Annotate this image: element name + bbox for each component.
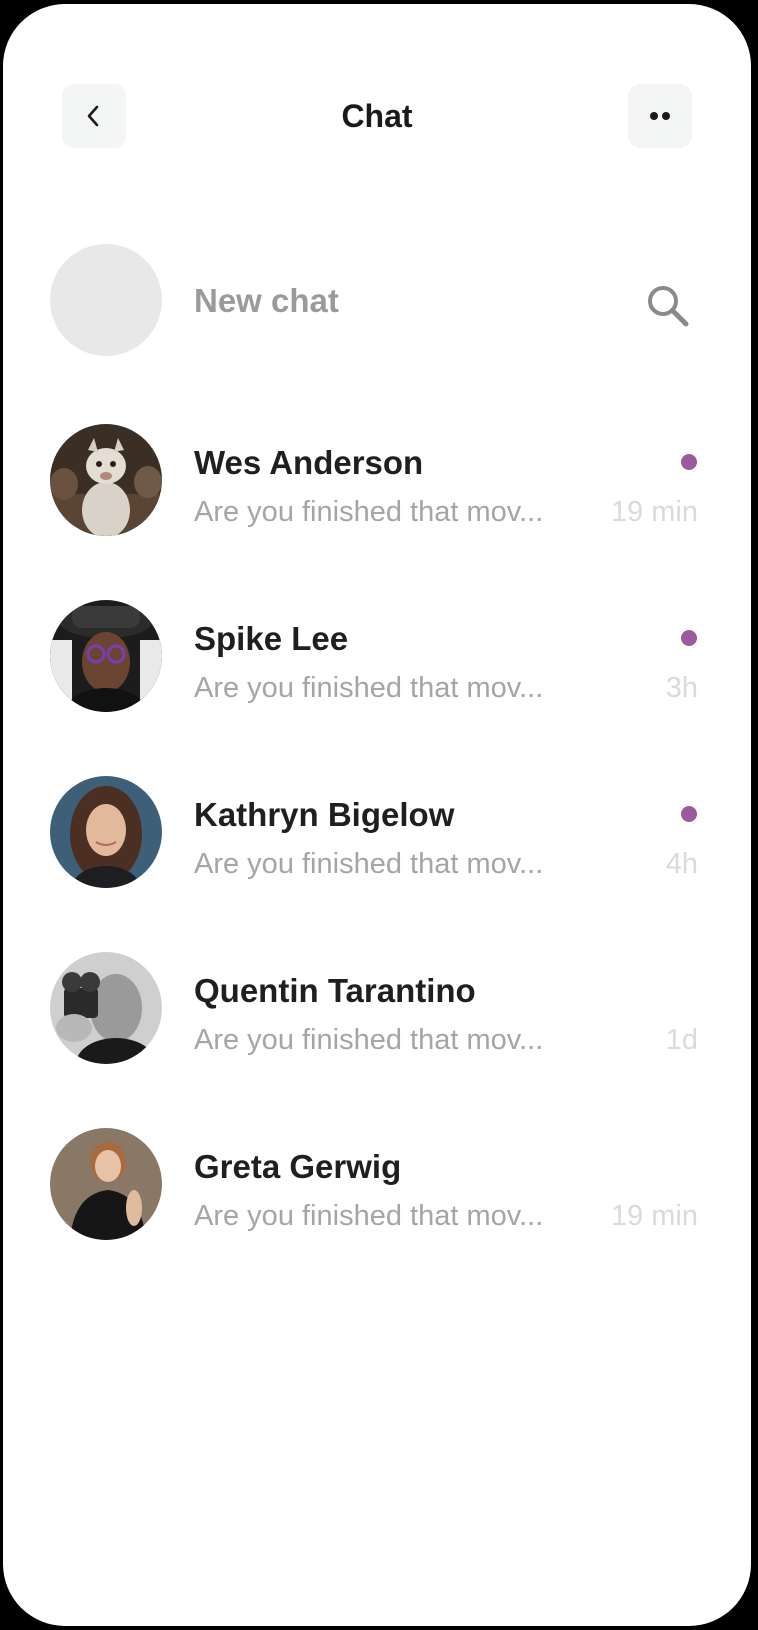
chat-item-kathryn-bigelow[interactable]: Kathryn Bigelow Are you finished that mo… [3,776,751,952]
chat-preview: Are you finished that mov... [194,1200,544,1232]
header: Chat [3,4,751,194]
chat-preview: Are you finished that mov... [194,848,544,880]
chat-list: Wes Anderson Are you finished that mov..… [3,424,751,1304]
chat-preview: Are you finished that mov... [194,1024,544,1056]
avatar [50,776,162,888]
chat-time: 19 min [610,496,698,528]
new-chat-row[interactable]: New chat [3,244,751,356]
chat-item-greta-gerwig[interactable]: Greta Gerwig Are you finished that mov..… [3,1128,751,1304]
chat-item-spike-lee[interactable]: Spike Lee Are you finished that mov... 3… [3,600,751,776]
avatar [50,424,162,536]
search-icon [648,286,689,327]
chat-item-quentin-tarantino[interactable]: Quentin Tarantino Are you finished that … [3,952,751,1128]
more-options-button[interactable] [628,84,692,148]
chat-name: Greta Gerwig [194,1148,402,1185]
chat-time: 3h [665,672,698,704]
chat-item-wes-anderson[interactable]: Wes Anderson Are you finished that mov..… [3,424,751,600]
chat-name: Wes Anderson [194,444,424,481]
avatar [50,600,162,712]
chat-time: 19 min [610,1200,698,1232]
avatar [50,1128,162,1240]
chat-name: Kathryn Bigelow [194,796,455,833]
chat-preview: Are you finished that mov... [194,496,544,528]
avatar [50,952,162,1064]
chat-screen: Chat New chat Wes Anderson Are you finis… [3,4,751,1626]
new-chat-label: New chat [194,282,339,319]
chat-preview: Are you finished that mov... [194,672,544,704]
new-chat-avatar-placeholder [50,244,162,356]
chat-name: Spike Lee [194,620,349,657]
unread-indicator [681,630,697,646]
unread-indicator [681,806,697,822]
search-button[interactable] [644,282,692,330]
chat-time: 1d [665,1024,698,1056]
chat-time: 4h [665,848,698,880]
more-dots-icon [650,112,670,120]
chat-name: Quentin Tarantino [194,972,476,1009]
unread-indicator [681,454,697,470]
